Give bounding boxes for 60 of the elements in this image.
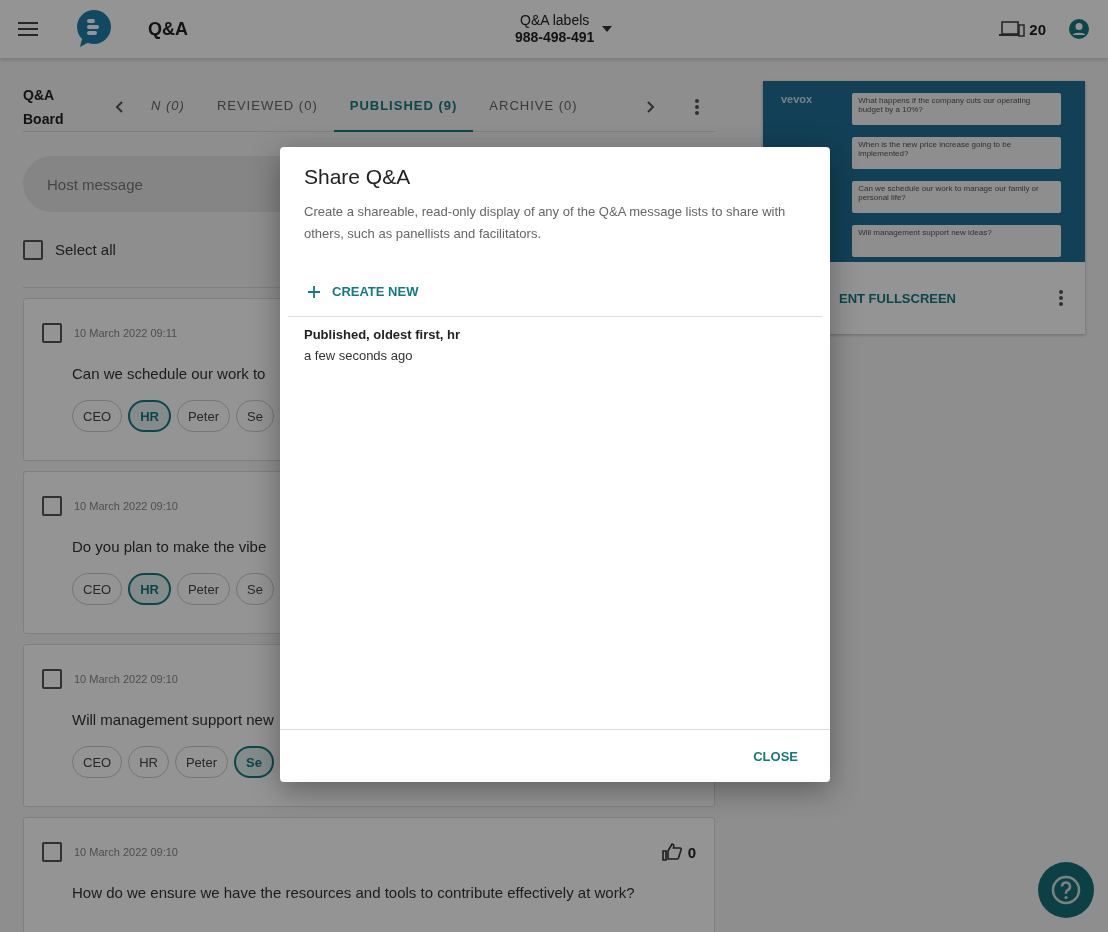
message-time: 10 March 2022 09:10 bbox=[74, 846, 178, 858]
tag-chip[interactable]: CEO bbox=[72, 746, 123, 778]
chevron-left-icon[interactable] bbox=[115, 100, 123, 113]
tag-chip[interactable]: Se bbox=[234, 746, 274, 778]
slide-question: Can we schedule our work to manage our family or personal life? bbox=[852, 181, 1061, 213]
tag-chip[interactable]: HR bbox=[128, 400, 171, 432]
tag-chip[interactable]: CEO bbox=[72, 400, 123, 432]
checkbox[interactable] bbox=[42, 842, 62, 862]
select-all-label: Select all bbox=[55, 241, 116, 258]
tag-chip[interactable]: Peter bbox=[176, 573, 231, 605]
more-icon[interactable] bbox=[695, 98, 699, 115]
app-title: Q&A bbox=[148, 18, 188, 40]
help-button[interactable] bbox=[1038, 862, 1094, 918]
slide-question: Will management support new ideas? bbox=[852, 225, 1061, 257]
share-item-time: a few seconds ago bbox=[304, 348, 414, 363]
message-time: 10 March 2022 09:11 bbox=[74, 327, 178, 339]
dialog-title: Share Q&A bbox=[304, 165, 412, 189]
message-text: How do we ensure we have the resources and tools to contribute effectively at work? bbox=[72, 884, 636, 901]
checkbox[interactable] bbox=[42, 323, 62, 343]
participant-count: 20 bbox=[1029, 20, 1046, 38]
question-mark-icon bbox=[1050, 874, 1082, 906]
chat-logo-icon bbox=[74, 9, 114, 49]
slide-question: When is the new price increase going to be implemented? bbox=[852, 137, 1061, 169]
plus-icon bbox=[308, 285, 320, 298]
message-text: Can we schedule our work to bbox=[72, 365, 267, 382]
like-count: 0 bbox=[687, 843, 696, 861]
message-time: 10 March 2022 09:10 bbox=[74, 673, 178, 685]
slide-question: What happens if the company cuts our operating budget by a 10%? bbox=[852, 93, 1061, 125]
board-title: Q&A Board bbox=[23, 85, 65, 129]
devices-icon bbox=[999, 20, 1026, 38]
event-name: Q&A labels bbox=[520, 12, 590, 29]
tag-chip[interactable]: CEO bbox=[72, 573, 123, 605]
create-new-button[interactable]: CREATE NEW bbox=[302, 283, 425, 300]
tab[interactable]: ARCHIVE (0) bbox=[473, 81, 594, 132]
tab[interactable]: REVIEWED (0) bbox=[200, 81, 334, 132]
share-item-title[interactable]: Published, oldest first, hr bbox=[304, 327, 806, 342]
message-text: Will management support new bbox=[72, 711, 275, 728]
tag-chip[interactable]: Peter bbox=[174, 746, 229, 778]
message-time: 10 March 2022 09:10 bbox=[74, 500, 178, 512]
checkbox[interactable] bbox=[23, 239, 43, 260]
tag-chip[interactable]: HR bbox=[128, 573, 171, 605]
dialog-description: Create a shareable, read-only display of any of the Q&A message lists to share with others, such as panellists and facilitators. bbox=[304, 203, 787, 243]
tag-chip[interactable]: Peter bbox=[176, 400, 231, 432]
checkbox[interactable] bbox=[42, 669, 62, 689]
message-text: Do you plan to make the vibe bbox=[72, 538, 268, 555]
close-button[interactable]: CLOSE bbox=[747, 747, 804, 765]
tag-chip[interactable]: Se bbox=[236, 573, 274, 605]
chevron-right-icon[interactable] bbox=[647, 100, 655, 113]
thumbs-up-icon[interactable] bbox=[661, 843, 682, 861]
event-code: 988-498-491 bbox=[514, 29, 595, 46]
menu-icon[interactable] bbox=[18, 22, 38, 36]
tag-chip[interactable]: HR bbox=[128, 746, 169, 778]
tab[interactable]: PUBLISHED (9) bbox=[333, 81, 474, 132]
caret-icon[interactable] bbox=[602, 26, 613, 32]
more-icon[interactable] bbox=[1059, 290, 1063, 306]
tab[interactable]: N (0) bbox=[135, 81, 201, 132]
tag-chip[interactable]: Se bbox=[236, 400, 274, 432]
fullscreen-button[interactable]: ENT FULLSCREEN bbox=[833, 289, 962, 307]
checkbox[interactable] bbox=[42, 496, 62, 516]
account-icon[interactable] bbox=[1068, 18, 1090, 40]
